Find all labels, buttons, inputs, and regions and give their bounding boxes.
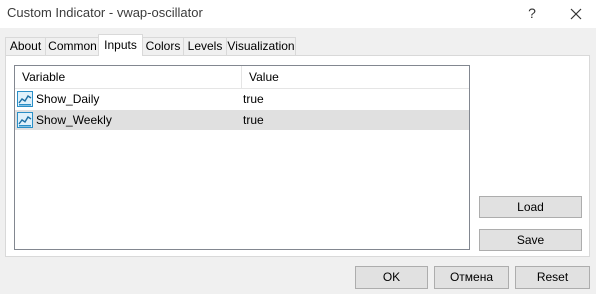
inputs-grid: Variable Value Show_Daily true Show_Week… bbox=[14, 65, 470, 250]
save-button[interactable]: Save bbox=[479, 229, 582, 251]
tab-common[interactable]: Common bbox=[45, 37, 100, 55]
ok-button[interactable]: OK bbox=[355, 266, 428, 289]
close-button[interactable] bbox=[562, 2, 590, 24]
variable-name: Show_Daily bbox=[36, 92, 100, 106]
variable-value[interactable]: true bbox=[243, 89, 264, 109]
table-row[interactable]: Show_Daily true bbox=[15, 89, 469, 109]
parameter-icon bbox=[17, 91, 33, 107]
cancel-button[interactable]: Отмена bbox=[434, 266, 509, 289]
tab-visualization[interactable]: Visualization bbox=[226, 37, 296, 55]
close-icon bbox=[570, 8, 582, 20]
table-row[interactable]: Show_Weekly true bbox=[15, 110, 469, 130]
title-bar: Custom Indicator - vwap-oscillator ? bbox=[0, 0, 596, 28]
variable-name: Show_Weekly bbox=[36, 113, 112, 127]
tab-inputs[interactable]: Inputs bbox=[98, 34, 143, 56]
parameter-icon bbox=[17, 112, 33, 128]
reset-button[interactable]: Reset bbox=[515, 266, 590, 289]
column-header-variable[interactable]: Variable bbox=[15, 66, 241, 88]
window-title: Custom Indicator - vwap-oscillator bbox=[7, 5, 203, 20]
tab-about[interactable]: About bbox=[5, 37, 46, 55]
load-button[interactable]: Load bbox=[479, 196, 582, 218]
tab-colors[interactable]: Colors bbox=[142, 37, 184, 55]
variable-value[interactable]: true bbox=[243, 110, 264, 130]
dialog-window: Custom Indicator - vwap-oscillator ? Abo… bbox=[0, 0, 596, 294]
tab-levels[interactable]: Levels bbox=[183, 37, 227, 55]
grid-header: Variable Value bbox=[15, 66, 469, 89]
column-header-value[interactable]: Value bbox=[242, 66, 469, 88]
help-button[interactable]: ? bbox=[520, 2, 544, 24]
